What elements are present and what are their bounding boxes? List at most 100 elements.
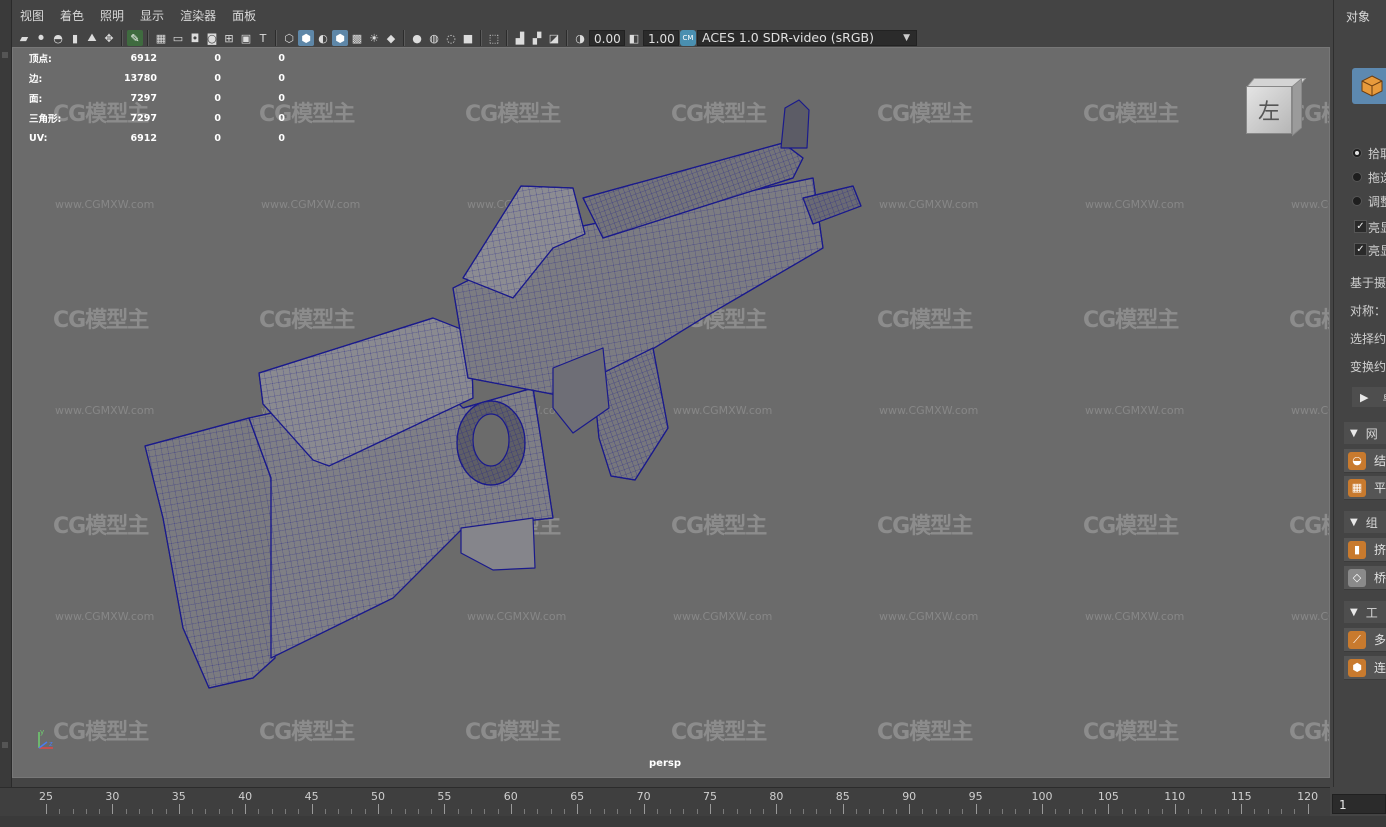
- frame-tick-label: 120: [1297, 790, 1319, 803]
- color-management-icon[interactable]: CM: [680, 30, 696, 46]
- menu-show[interactable]: 显示: [132, 4, 172, 28]
- hud-value: 0: [278, 52, 285, 64]
- hud-value: 0: [214, 132, 221, 144]
- menu-panels[interactable]: 面板: [224, 4, 264, 28]
- frame-minor-tick: [869, 809, 871, 814]
- tweak-radio[interactable]: [1352, 196, 1362, 206]
- pick-radio[interactable]: [1352, 148, 1362, 158]
- range-slider[interactable]: [0, 816, 1386, 827]
- frame-tick-label: 105: [1097, 790, 1119, 803]
- field-chart-icon[interactable]: ⊞: [221, 30, 237, 46]
- shadows-icon[interactable]: ◆: [383, 30, 399, 46]
- frame-tick: [1108, 804, 1110, 814]
- shaded-cube-icon[interactable]: ⬢: [298, 30, 314, 46]
- wireframe-cube-icon[interactable]: ⬡: [281, 30, 297, 46]
- frame-tick: [776, 804, 778, 814]
- gamma-icon[interactable]: ◧: [626, 30, 642, 46]
- transform-constraint-label[interactable]: 变换约: [1350, 358, 1386, 375]
- image-plane-icon[interactable]: ⛰: [84, 30, 100, 46]
- isolate-select-icon[interactable]: ⬚: [486, 30, 502, 46]
- frame-tick-label: 55: [437, 790, 452, 803]
- textured-icon[interactable]: ▩: [349, 30, 365, 46]
- gamma-field[interactable]: 1.00: [643, 30, 679, 46]
- depth-of-field-icon[interactable]: ■: [460, 30, 476, 46]
- exposure-icon[interactable]: ◑: [572, 30, 588, 46]
- film-gate-icon[interactable]: ▭: [170, 30, 186, 46]
- frame-minor-tick: [1201, 809, 1203, 814]
- camera-attr-icon[interactable]: ⏺: [33, 30, 49, 46]
- frame-tick-label: 25: [39, 790, 53, 803]
- frame-minor-tick: [696, 809, 698, 814]
- tool-label: 平: [1374, 481, 1386, 495]
- drag-radio[interactable]: [1352, 172, 1362, 182]
- frame-tick-label: 95: [968, 790, 983, 803]
- section-components[interactable]: ▼ 组: [1344, 511, 1386, 533]
- xray-joints-icon[interactable]: ▞: [529, 30, 545, 46]
- frame-tick: [178, 804, 180, 814]
- frame-tick: [710, 804, 711, 814]
- resolution-gate-icon[interactable]: ◘: [187, 30, 203, 46]
- current-frame-field[interactable]: 1: [1332, 794, 1386, 814]
- camera-lock-icon[interactable]: ◓: [50, 30, 66, 46]
- section-tools[interactable]: ▼ 工: [1344, 601, 1386, 623]
- menu-renderer[interactable]: 渲染器: [172, 4, 224, 28]
- object-mode-button[interactable]: [1352, 68, 1386, 104]
- wireframe-on-shaded-icon[interactable]: ⬢: [332, 30, 348, 46]
- frame-tick: [46, 804, 47, 814]
- default-material-icon[interactable]: ◐: [315, 30, 331, 46]
- frame-tick: [444, 804, 446, 814]
- frame-minor-tick: [763, 809, 765, 814]
- view-cube-side[interactable]: [1292, 77, 1302, 137]
- soft-select-label: 卓: [1382, 389, 1386, 405]
- exposure-field[interactable]: 0.00: [589, 30, 625, 46]
- highlight-checkbox[interactable]: ✓: [1354, 220, 1367, 233]
- frame-minor-tick: [138, 809, 140, 814]
- tool-combine[interactable]: ◒ 结: [1344, 449, 1386, 473]
- symmetry-label[interactable]: 对称：: [1350, 302, 1386, 319]
- menu-shading[interactable]: 着色: [52, 4, 92, 28]
- tool-smooth[interactable]: ▦ 平: [1344, 476, 1386, 500]
- tool-bridge[interactable]: ◇ 桥: [1344, 566, 1386, 590]
- frame-minor-tick: [417, 809, 419, 814]
- motion-blur-icon[interactable]: ◍: [426, 30, 442, 46]
- collapse-triangle-icon: ▼: [1350, 606, 1358, 618]
- menu-view[interactable]: 视图: [12, 4, 52, 28]
- frame-tick: [1174, 804, 1176, 814]
- highlight-checkbox[interactable]: ✓: [1354, 243, 1367, 256]
- anti-alias-icon[interactable]: ◌: [443, 30, 459, 46]
- frame-minor-tick: [630, 809, 632, 814]
- frame-minor-tick: [431, 809, 433, 814]
- safe-action-icon[interactable]: ▣: [238, 30, 254, 46]
- colorspace-dropdown[interactable]: ACES 1.0 SDR-video (sRGB) ▼: [697, 30, 917, 46]
- frame-tick: [577, 804, 579, 814]
- xray-icon[interactable]: ▟: [512, 30, 528, 46]
- lights-icon[interactable]: ☀: [366, 30, 382, 46]
- frame-tick-label: 90: [902, 790, 917, 803]
- select-camera-icon[interactable]: ▰: [16, 30, 32, 46]
- hud-value: 0: [278, 72, 285, 84]
- select-constraint-label[interactable]: 选择约: [1350, 330, 1386, 347]
- grease-pencil-icon[interactable]: ✎: [127, 30, 143, 46]
- rifle-wireframe-model[interactable]: [13, 48, 1330, 778]
- hud-row-faces: 面: 7297 0 0: [29, 88, 285, 108]
- bookmark-icon[interactable]: ▮: [67, 30, 83, 46]
- menu-lighting[interactable]: 照明: [92, 4, 132, 28]
- tool-multicut[interactable]: ⟋ 多: [1344, 628, 1386, 652]
- frame-tick: [378, 804, 379, 814]
- connect-icon: ⬢: [1348, 658, 1366, 677]
- backface-icon[interactable]: ◪: [546, 30, 562, 46]
- section-label: 组: [1365, 515, 1378, 530]
- view-cube[interactable]: 左: [1245, 77, 1307, 137]
- section-mesh[interactable]: ▼ 网: [1344, 422, 1386, 444]
- gate-mask-icon[interactable]: ◙: [204, 30, 220, 46]
- grid-icon[interactable]: ▦: [153, 30, 169, 46]
- ambient-occlusion-icon[interactable]: ●: [409, 30, 425, 46]
- two-d-pan-icon[interactable]: ✥: [101, 30, 117, 46]
- soft-select-toggle[interactable]: ▶ 卓: [1352, 387, 1386, 407]
- perspective-viewport[interactable]: CG模型主CG模型主CG模型主CG模型主CG模型主CG模型主CG模型主CG模型主…: [12, 47, 1330, 778]
- frame-minor-tick: [550, 809, 552, 814]
- tool-connect[interactable]: ⬢ 连: [1344, 656, 1386, 680]
- tool-extrude[interactable]: ▮ 挤: [1344, 538, 1386, 562]
- safe-title-icon[interactable]: T: [255, 30, 271, 46]
- view-cube-face[interactable]: 左: [1246, 86, 1292, 134]
